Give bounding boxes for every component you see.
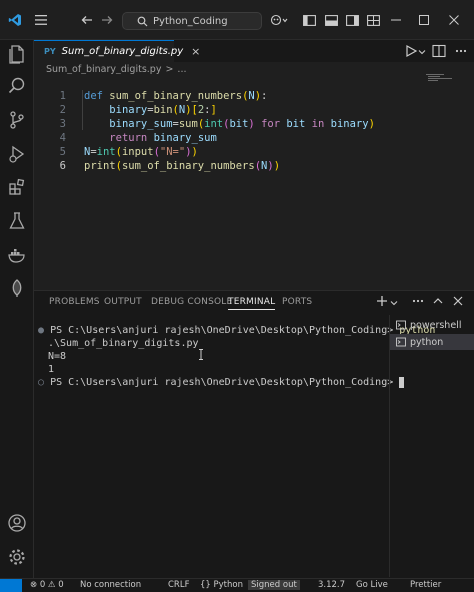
terminal-dropdown-chevron-icon[interactable] (390, 297, 398, 310)
tab-label: Sum_of_binary_digits.py (61, 46, 184, 57)
copilot-icon[interactable] (268, 11, 290, 29)
command-decoration-icon: ● (38, 325, 45, 336)
terminal-item-powershell[interactable]: powershell (390, 317, 474, 333)
terminal-item-python[interactable]: python (390, 334, 474, 350)
maximize-icon[interactable] (416, 11, 432, 29)
toggle-sidebar-icon[interactable] (300, 11, 318, 29)
account-icon[interactable] (7, 513, 27, 533)
remote-indicator-icon[interactable] (0, 579, 22, 592)
forward-arrow-icon[interactable] (99, 11, 115, 29)
tab-problems[interactable]: PROBLEMS (49, 297, 100, 307)
terminal-line: .\Sum_of_binary_digits.py (48, 338, 199, 349)
language-mode[interactable]: {} Python (200, 580, 243, 590)
terminal-output[interactable]: ● PS C:\Users\anjuri rajesh\OneDrive\Des… (34, 319, 435, 577)
more-actions-icon[interactable] (412, 295, 424, 310)
command-decoration-icon: ○ (38, 377, 45, 388)
title-bar: Python_Coding (0, 0, 474, 40)
toggle-secondary-sidebar-icon[interactable] (343, 11, 361, 29)
source-control-icon[interactable] (7, 110, 27, 130)
python-version[interactable]: 3.12.7 (318, 580, 345, 590)
terminal-line: ○ PS C:\Users\anjuri rajesh\OneDrive\Des… (38, 376, 405, 389)
tab-sum-of-binary-digits[interactable]: PY Sum_of_binary_digits.py × (34, 40, 200, 62)
code-line: 5 N=int(input("N=")) (34, 131, 474, 158)
code-line: 1 def sum_of_binary_numbers(N): (34, 75, 474, 102)
minimap[interactable] (426, 74, 452, 84)
tab-output[interactable]: OUTPUT (104, 297, 142, 307)
line-number: 6 (59, 160, 66, 172)
minimize-icon[interactable] (388, 11, 404, 29)
code-line-active: 6 print(sum_of_binary_numbers(N)) (34, 145, 474, 172)
back-arrow-icon[interactable] (79, 11, 95, 29)
code-line: 4 return binary_sum (34, 117, 474, 144)
line-ending[interactable]: CRLF (168, 580, 189, 590)
tab-close-icon[interactable]: × (191, 45, 200, 58)
prettier-status[interactable]: Prettier (410, 580, 441, 590)
go-live-button[interactable]: Go Live (356, 580, 388, 590)
tab-terminal[interactable]: TERMINAL (228, 297, 276, 310)
layout-icon[interactable] (364, 11, 382, 29)
extensions-icon[interactable] (7, 177, 27, 197)
terminal-line: 1 (48, 364, 55, 375)
code-editor[interactable]: 1 def sum_of_binary_numbers(N): 2 binary=… (34, 74, 474, 290)
terminal-item-label: powershell (410, 319, 462, 331)
mouse-ibeam-cursor-icon (198, 349, 204, 363)
breadcrumb-symbol[interactable]: ... (177, 64, 186, 75)
vscode-logo-icon (6, 11, 24, 29)
bottom-panel: PROBLEMS OUTPUT DEBUG CONSOLE TERMINAL P… (34, 290, 474, 578)
problems-count[interactable]: ⊗ 0 ⚠ 0 (30, 580, 64, 590)
close-icon[interactable] (446, 11, 462, 29)
docker-icon[interactable] (7, 245, 27, 265)
run-python-file-icon[interactable] (404, 44, 418, 61)
maximize-panel-icon[interactable] (432, 295, 444, 310)
new-terminal-plus-icon[interactable] (376, 295, 388, 310)
toggle-panel-icon[interactable] (322, 11, 340, 29)
leaf-icon[interactable] (7, 278, 27, 298)
breadcrumb-separator: > (165, 63, 174, 75)
split-editor-icon[interactable] (432, 44, 446, 61)
code-line: 3 binary_sum=sum(int(bit) for bit in bin… (34, 103, 474, 130)
terminal-line: ● PS C:\Users\anjuri rajesh\OneDrive\Des… (38, 325, 436, 336)
explorer-icon[interactable] (7, 44, 27, 64)
search-text: Python_Coding (153, 15, 228, 27)
account-status[interactable]: Signed out (248, 580, 300, 590)
editor-tab-bar: PY Sum_of_binary_digits.py × (34, 40, 474, 62)
testing-icon[interactable] (7, 211, 27, 231)
more-actions-icon[interactable] (454, 44, 468, 61)
connection-status[interactable]: No connection (80, 580, 141, 590)
terminal-line: N=8 (48, 351, 67, 362)
close-panel-icon[interactable] (452, 295, 464, 310)
tab-ports[interactable]: PORTS (282, 297, 312, 307)
python-file-icon: PY (44, 47, 56, 56)
terminal-item-label: python (410, 336, 444, 348)
terminal-icon (396, 320, 406, 330)
search-icon[interactable] (7, 76, 27, 96)
settings-gear-icon[interactable] (7, 547, 27, 567)
search-icon (137, 16, 148, 27)
code-line: 2 binary=bin(N)[2:] (34, 89, 474, 116)
tab-debug-console[interactable]: DEBUG CONSOLE (151, 297, 232, 307)
terminal-icon (396, 337, 406, 347)
run-debug-icon[interactable] (7, 144, 27, 164)
run-dropdown-chevron-icon[interactable] (418, 46, 426, 59)
breadcrumb-file[interactable]: Sum_of_binary_digits.py (46, 64, 161, 75)
activity-bar (0, 40, 34, 578)
terminal-list: powershell python (389, 315, 474, 577)
command-center-search[interactable]: Python_Coding (122, 12, 262, 30)
menu-icon[interactable] (32, 11, 50, 29)
status-bar: ⊗ 0 ⚠ 0 No connection CRLF {} Python Sig… (0, 578, 474, 592)
indent-guide (82, 90, 83, 130)
